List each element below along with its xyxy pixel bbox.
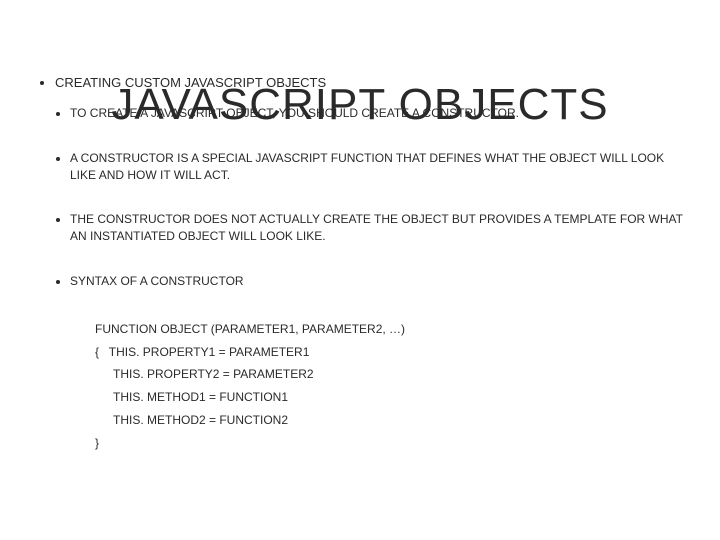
code-block: FUNCTION OBJECT (PARAMETER1, PARAMETER2,… bbox=[95, 318, 690, 455]
bullet-constructor-create: TO CREATE A JAVASCRIPT OBJECT, YOU SHOUL… bbox=[70, 105, 690, 122]
bullet-constructor-syntax: SYNTAX OF A CONSTRUCTOR bbox=[70, 273, 690, 290]
bullet-constructor-definition: A CONSTRUCTOR IS A SPECIAL JAVASCRIPT FU… bbox=[70, 150, 690, 184]
code-line-2: { THIS. PROPERTY1 = PARAMETER1 bbox=[95, 341, 690, 364]
code-line-5: THIS. METHOD2 = FUNCTION2 bbox=[95, 409, 690, 432]
sub-bullet-list: TO CREATE A JAVASCRIPT OBJECT, YOU SHOUL… bbox=[30, 105, 690, 290]
heading-bullet: CREATING CUSTOM JAVASCRIPT OBJECTS bbox=[55, 75, 690, 90]
code-line-4: THIS. METHOD1 = FUNCTION1 bbox=[95, 386, 690, 409]
code-line-1: FUNCTION OBJECT (PARAMETER1, PARAMETER2,… bbox=[95, 318, 690, 341]
top-bullet-list: CREATING CUSTOM JAVASCRIPT OBJECTS bbox=[30, 75, 690, 90]
code-line-3: THIS. PROPERTY2 = PARAMETER2 bbox=[95, 363, 690, 386]
bullet-constructor-template: THE CONSTRUCTOR DOES NOT ACTUALLY CREATE… bbox=[70, 211, 690, 245]
slide-container: JAVASCRIPT OBJECTS CREATING CUSTOM JAVAS… bbox=[0, 0, 720, 540]
code-line-6: } bbox=[95, 432, 690, 455]
